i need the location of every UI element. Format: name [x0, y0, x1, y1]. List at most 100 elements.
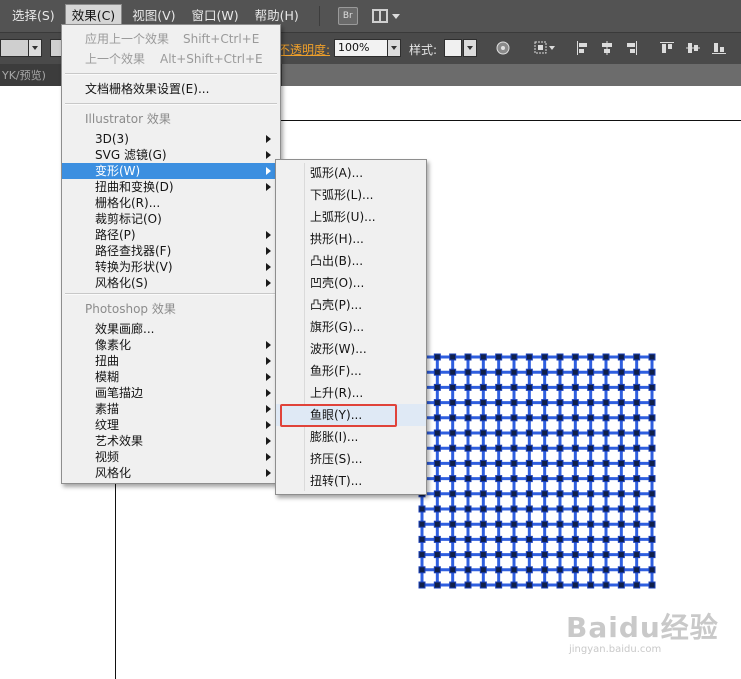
grid-anchor-point — [633, 566, 641, 574]
grid-anchor-point — [571, 475, 579, 483]
grid-anchor-point — [571, 383, 579, 391]
selected-grid-artwork[interactable] — [418, 353, 656, 589]
warp-item-13[interactable]: 挤压(S)... — [276, 448, 426, 470]
menu-item-photoshop-5[interactable]: 素描 — [62, 401, 280, 417]
graphic-style-dropdown[interactable] — [463, 39, 477, 57]
menu-item-illustrator-3[interactable]: 扭曲和变换(D) — [62, 179, 280, 195]
grid-anchor-point — [525, 414, 533, 422]
align-middle-icon[interactable] — [686, 41, 700, 55]
grid-anchor-point — [433, 490, 441, 498]
grid-anchor-point — [449, 520, 457, 528]
warp-item-12[interactable]: 膨胀(I)... — [276, 426, 426, 448]
menu-item-illustrator-6[interactable]: 路径(P) — [62, 227, 280, 243]
grid-anchor-point — [510, 368, 518, 376]
grid-anchor-point — [418, 505, 426, 513]
opacity-dropdown[interactable] — [387, 39, 401, 57]
grid-anchor-point — [556, 566, 564, 574]
grid-anchor-point — [587, 459, 595, 467]
grid-anchor-point — [433, 429, 441, 437]
align-bottom-icon[interactable] — [712, 41, 726, 55]
grid-anchor-point — [617, 459, 625, 467]
grid-anchor-point — [510, 414, 518, 422]
menu-item-illustrator-1[interactable]: SVG 滤镜(G) — [62, 147, 280, 163]
align-to-selection-icon[interactable] — [534, 41, 556, 55]
menu-item-illustrator-0[interactable]: 3D(3) — [62, 131, 280, 147]
stroke-weight-field[interactable] — [0, 39, 30, 57]
warp-item-2[interactable]: 上弧形(U)... — [276, 206, 426, 228]
grid-anchor-point — [510, 490, 518, 498]
menu-item-photoshop-6[interactable]: 纹理 — [62, 417, 280, 433]
align-top-icon[interactable] — [660, 41, 674, 55]
warp-item-0[interactable]: 弧形(A)... — [276, 162, 426, 184]
grid-anchor-point — [433, 368, 441, 376]
grid-anchor-point — [587, 383, 595, 391]
menu-item-illustrator-9[interactable]: 风格化(S) — [62, 275, 280, 291]
grid-anchor-point — [479, 444, 487, 452]
align-right-icon[interactable] — [624, 41, 638, 55]
menu-item-last-effect[interactable]: 上一个效果 Alt+Shift+Ctrl+E — [62, 51, 280, 67]
warp-item-6[interactable]: 凸壳(P)... — [276, 294, 426, 316]
grid-anchor-point — [556, 551, 564, 559]
menu-item-document-raster-settings[interactable]: 文档栅格效果设置(E)... — [62, 81, 280, 97]
warp-item-9[interactable]: 鱼形(F)... — [276, 360, 426, 382]
menu-item-label: SVG 滤镜(G) — [95, 148, 167, 162]
grid-anchor-point — [510, 444, 518, 452]
baidu-logo: Baidu经验 — [566, 611, 719, 644]
menu-item-label: 栅格化(R)... — [95, 196, 161, 210]
arrange-documents-button[interactable] — [371, 9, 400, 23]
grid-anchor-point — [556, 581, 564, 589]
align-center-icon[interactable] — [600, 41, 614, 55]
menu-item-illustrator-5[interactable]: 裁剪标记(O) — [62, 211, 280, 227]
grid-anchor-point — [464, 444, 472, 452]
warp-item-8[interactable]: 波形(W)... — [276, 338, 426, 360]
menu-item-photoshop-4[interactable]: 画笔描边 — [62, 385, 280, 401]
menu-item-illustrator-2[interactable]: 变形(W) — [62, 163, 280, 179]
warp-item-3[interactable]: 拱形(H)... — [276, 228, 426, 250]
recolor-artwork-icon[interactable] — [496, 41, 510, 55]
graphic-style-swatch[interactable] — [444, 39, 462, 57]
menu-item-apply-last-effect[interactable]: 应用上一个效果 Shift+Ctrl+E — [62, 31, 280, 47]
grid-anchor-point — [648, 520, 656, 528]
menu-item-photoshop-1[interactable]: 像素化 — [62, 337, 280, 353]
grid-anchor-point — [479, 399, 487, 407]
warp-item-5[interactable]: 凹壳(O)... — [276, 272, 426, 294]
warp-item-10[interactable]: 上升(R)... — [276, 382, 426, 404]
opacity-label[interactable]: 不透明度: — [278, 41, 330, 58]
grid-anchor-point — [571, 551, 579, 559]
menu-item-photoshop-8[interactable]: 视频 — [62, 449, 280, 465]
grid-anchor-point — [464, 551, 472, 559]
grid-anchor-point — [587, 581, 595, 589]
grid-anchor-point — [525, 551, 533, 559]
warp-item-7[interactable]: 旗形(G)... — [276, 316, 426, 338]
grid-anchor-point — [433, 535, 441, 543]
menu-item-photoshop-7[interactable]: 艺术效果 — [62, 433, 280, 449]
grid-anchor-point — [556, 414, 564, 422]
warp-item-14[interactable]: 扭转(T)... — [276, 470, 426, 492]
grid-anchor-point — [433, 581, 441, 589]
menu-select[interactable]: 选择(S) — [6, 4, 61, 28]
grid-anchor-point — [648, 505, 656, 513]
warp-item-4[interactable]: 凸出(B)... — [276, 250, 426, 272]
grid-anchor-point — [495, 535, 503, 543]
stroke-weight-dropdown[interactable] — [28, 39, 42, 57]
align-left-icon[interactable] — [576, 41, 590, 55]
grid-anchor-point — [464, 459, 472, 467]
grid-anchor-point — [617, 520, 625, 528]
submenu-arrow-icon — [266, 279, 271, 287]
grid-anchor-point — [433, 551, 441, 559]
document-tab[interactable]: YK/预览) — [0, 66, 46, 86]
menu-item-illustrator-4[interactable]: 栅格化(R)... — [62, 195, 280, 211]
opacity-input[interactable]: 100% — [334, 39, 388, 57]
bridge-button[interactable]: Br — [337, 7, 358, 25]
grid-anchor-point — [433, 566, 441, 574]
grid-anchor-point — [648, 490, 656, 498]
grid-anchor-point — [525, 399, 533, 407]
menu-item-photoshop-0[interactable]: 效果画廊... — [62, 321, 280, 337]
grid-anchor-point — [587, 535, 595, 543]
menu-item-photoshop-3[interactable]: 模糊 — [62, 369, 280, 385]
menu-item-illustrator-8[interactable]: 转换为形状(V) — [62, 259, 280, 275]
warp-item-1[interactable]: 下弧形(L)... — [276, 184, 426, 206]
menu-item-illustrator-7[interactable]: 路径查找器(F) — [62, 243, 280, 259]
menu-item-photoshop-9[interactable]: 风格化 — [62, 465, 280, 481]
menu-item-photoshop-2[interactable]: 扭曲 — [62, 353, 280, 369]
